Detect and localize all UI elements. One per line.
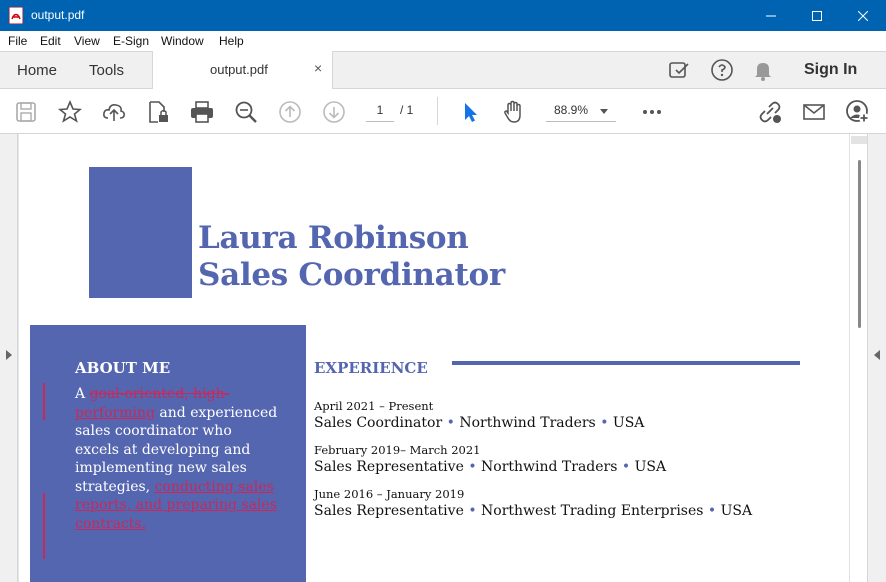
menu-help[interactable]: Help <box>219 34 244 48</box>
protect-file-icon[interactable] <box>145 99 171 125</box>
toolbar-separator <box>437 97 438 125</box>
minimize-button[interactable] <box>748 0 794 31</box>
bullet-separator: • <box>446 415 455 431</box>
page-down-icon[interactable] <box>321 99 347 125</box>
toolbar: 1 / 1 88.9% <box>0 89 886 134</box>
add-user-icon[interactable] <box>845 99 871 125</box>
share-link-icon[interactable] <box>757 99 783 125</box>
about-text-part: A <box>75 386 90 402</box>
notifications-bell-icon[interactable] <box>751 58 775 82</box>
tab-home[interactable]: Home <box>17 62 57 79</box>
print-icon[interactable] <box>189 99 215 125</box>
tabs-row: Home Tools output.pdf × Sign In <box>0 51 886 89</box>
right-panel-toggle[interactable] <box>867 134 886 582</box>
job-company: Northwind Traders <box>459 415 596 431</box>
header-color-block <box>89 167 192 298</box>
maximize-button[interactable] <box>794 0 840 31</box>
revision-change-bar <box>43 383 45 420</box>
job-details: Sales Representative • Northwind Traders… <box>314 458 666 476</box>
job-details: Sales Representative • Northwest Trading… <box>314 502 752 520</box>
sign-in-button[interactable]: Sign In <box>804 61 857 79</box>
about-text: A goal-oriented, high-performing and exp… <box>75 385 280 533</box>
select-cursor-icon[interactable] <box>457 99 483 125</box>
title-bar: output.pdf <box>0 0 886 31</box>
about-title: ABOUT ME <box>75 359 171 377</box>
revision-change-bar <box>43 493 45 559</box>
job-country: USA <box>720 503 753 519</box>
job-role: Sales Coordinator <box>314 415 443 431</box>
upload-cloud-icon[interactable] <box>101 99 127 125</box>
page-number-input[interactable]: 1 <box>366 100 394 122</box>
zoom-search-icon[interactable] <box>233 99 259 125</box>
hand-pan-icon[interactable] <box>501 99 527 125</box>
pdf-app-icon <box>9 7 23 24</box>
menu-edit[interactable]: Edit <box>40 34 61 48</box>
tab-document-label: output.pdf <box>210 62 268 77</box>
job-entry: June 2016 – January 2019 Sales Represent… <box>314 487 752 520</box>
email-icon[interactable] <box>801 99 827 125</box>
close-tab-icon[interactable]: × <box>314 60 322 76</box>
menu-window[interactable]: Window <box>161 34 204 48</box>
about-sidebar: ABOUT ME A goal-oriented, high-performin… <box>30 325 306 582</box>
job-role: Sales Representative <box>314 503 464 519</box>
job-dates: February 2019– March 2021 <box>314 443 481 457</box>
share-review-icon[interactable] <box>668 58 692 82</box>
bullet-separator: • <box>707 503 717 519</box>
resume-job-title: Sales Coordinator <box>198 257 505 293</box>
job-country: USA <box>612 415 645 431</box>
deleted-text: goal-oriented, high- <box>89 386 230 402</box>
job-company: Northwest Trading Enterprises <box>481 503 704 519</box>
job-entry: April 2021 – Present Sales Coordinator •… <box>314 399 644 432</box>
experience-title: EXPERIENCE <box>314 359 428 377</box>
bullet-separator: • <box>621 459 631 475</box>
close-window-button[interactable] <box>840 0 886 31</box>
vertical-scrollbar[interactable] <box>849 134 867 582</box>
job-country: USA <box>634 459 667 475</box>
pdf-page: Laura Robinson Sales Coordinator ABOUT M… <box>19 134 849 582</box>
bullet-separator: • <box>468 503 477 519</box>
inserted-text: performing <box>75 404 155 421</box>
bullet-separator: • <box>600 415 609 431</box>
resume-heading: Laura Robinson Sales Coordinator <box>198 220 505 294</box>
expand-right-panel-icon[interactable] <box>874 350 880 360</box>
job-details: Sales Coordinator • Northwind Traders • … <box>314 414 644 432</box>
page-up-icon[interactable] <box>277 99 303 125</box>
help-icon[interactable] <box>710 58 734 82</box>
bookmark-star-icon[interactable] <box>57 99 83 125</box>
save-icon[interactable] <box>13 99 39 125</box>
job-dates: April 2021 – Present <box>314 399 434 413</box>
tab-document[interactable]: output.pdf × <box>152 51 333 89</box>
job-company: Northwind Traders <box>481 459 618 475</box>
bullet-separator: • <box>468 459 477 475</box>
window-title: output.pdf <box>31 8 85 22</box>
experience-rule <box>452 361 800 365</box>
job-dates: June 2016 – January 2019 <box>314 487 465 501</box>
more-icon[interactable] <box>639 99 665 125</box>
left-panel-toggle[interactable] <box>0 134 18 582</box>
job-role: Sales Representative <box>314 459 464 475</box>
document-area: Laura Robinson Sales Coordinator ABOUT M… <box>0 134 886 582</box>
chevron-down-icon[interactable] <box>600 109 608 114</box>
scrollbar-thumb[interactable] <box>858 160 861 328</box>
job-entry: February 2019– March 2021 Sales Represen… <box>314 443 666 476</box>
menu-view[interactable]: View <box>74 34 100 48</box>
scrollbar-top-handle[interactable] <box>851 136 867 144</box>
menu-file[interactable]: File <box>8 34 27 48</box>
tab-tools[interactable]: Tools <box>89 62 124 79</box>
page-total-label: / 1 <box>400 103 414 117</box>
menu-esign[interactable]: E-Sign <box>113 34 149 48</box>
zoom-level-value: 88.9% <box>554 103 589 117</box>
expand-left-panel-icon[interactable] <box>6 350 12 360</box>
resume-name: Laura Robinson <box>198 220 469 256</box>
menu-bar: File Edit View E-Sign Window Help <box>0 31 886 51</box>
